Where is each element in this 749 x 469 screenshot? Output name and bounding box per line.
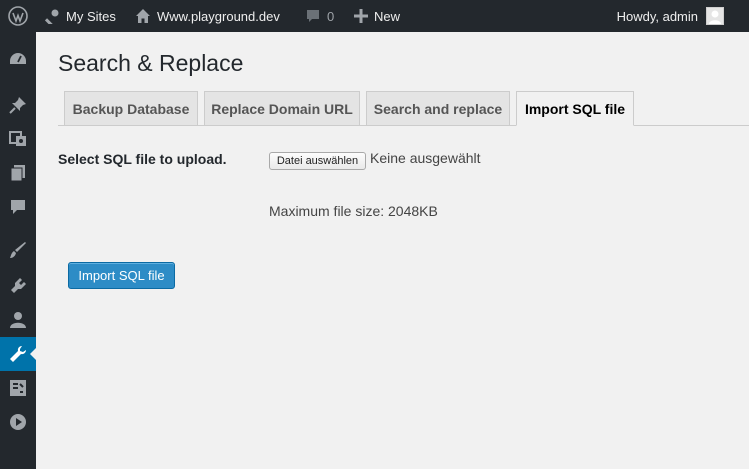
account-menu[interactable]: Howdy, admin <box>617 0 724 32</box>
tab-backup-database[interactable]: Backup Database <box>64 91 198 126</box>
site-name-menu[interactable]: Www.playground.dev <box>135 0 280 32</box>
file-status-text: Keine ausgewählt <box>370 150 481 166</box>
admin-bar: My Sites Www.playground.dev 0 New Howdy,… <box>0 0 749 32</box>
pages-icon[interactable] <box>0 156 36 190</box>
comment-bubble-icon <box>305 8 321 24</box>
plus-icon <box>354 9 368 23</box>
settings-icon[interactable] <box>0 371 36 405</box>
dashboard-icon[interactable] <box>0 43 36 77</box>
upload-label: Select SQL file to upload. <box>58 151 227 167</box>
comments-count: 0 <box>327 8 335 24</box>
media-icon[interactable] <box>0 121 36 155</box>
new-label: New <box>374 8 401 24</box>
new-content-menu[interactable]: New <box>354 0 400 32</box>
comments-icon[interactable] <box>0 190 36 224</box>
choose-file-button[interactable]: Datei auswählen <box>269 152 366 170</box>
appearance-icon[interactable] <box>0 233 36 267</box>
my-sites-menu[interactable]: My Sites <box>44 0 116 32</box>
users-icon[interactable] <box>0 303 36 337</box>
admin-sidebar <box>0 32 36 469</box>
site-name-label: Www.playground.dev <box>157 8 280 24</box>
tools-icon[interactable] <box>0 337 36 371</box>
wordpress-logo-icon[interactable] <box>8 0 28 32</box>
comments-menu[interactable]: 0 <box>305 0 334 32</box>
avatar <box>706 7 724 25</box>
greeting-text: Howdy, admin <box>616 8 698 24</box>
play-icon[interactable] <box>0 405 36 439</box>
my-sites-label: My Sites <box>66 8 116 24</box>
tab-import-sql-file[interactable]: Import SQL file <box>516 91 634 126</box>
sites-icon <box>44 8 60 24</box>
import-sql-file-button[interactable]: Import SQL file <box>68 262 175 289</box>
pin-icon[interactable] <box>0 88 36 122</box>
page-title: Search & Replace <box>58 50 244 76</box>
home-icon <box>135 8 151 24</box>
plugins-icon[interactable] <box>0 269 36 303</box>
max-file-size-text: Maximum file size: 2048KB <box>269 203 438 219</box>
tab-search-and-replace[interactable]: Search and replace <box>366 91 510 126</box>
tab-replace-domain-url[interactable]: Replace Domain URL <box>204 91 360 126</box>
